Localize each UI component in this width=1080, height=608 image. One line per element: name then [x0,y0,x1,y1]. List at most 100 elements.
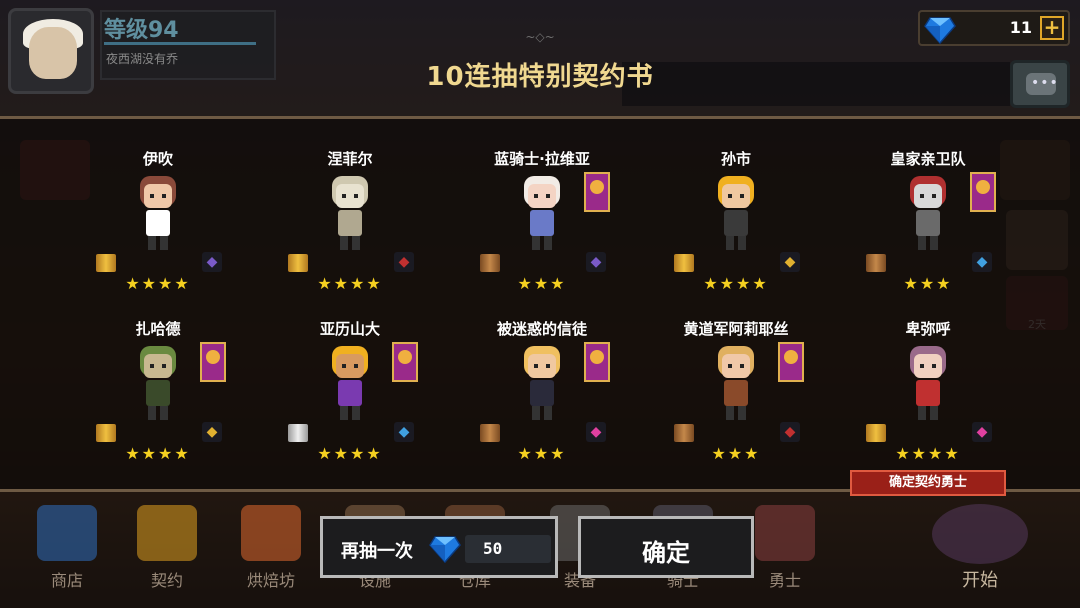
nav-item[interactable]: 契约 [122,495,212,608]
hero-name: 卑弥呼 [905,320,951,338]
redraw-cost: 50 [483,539,503,558]
player-subtitle: 夜西湖没有乔 [106,52,179,66]
hero-sprite-icon [332,346,368,420]
gem-icon [924,17,956,44]
chat-button[interactable]: ••• [1010,60,1070,108]
hero-card[interactable]: 扎哈德 ◆ ★★★★ [78,318,238,488]
title-ornament-icon: ~◇~ [525,30,555,44]
hero-stars: ★★★★ [895,444,961,463]
hero-name: 被迷惑的信徒 [496,320,587,338]
hero-name: 亚历山大 [319,320,380,338]
rarity-scroll-icon [480,254,500,272]
staff-icon: ◆ [586,252,606,272]
hero-card[interactable]: 涅菲尔 ◆ ★★★★ [270,148,430,318]
confirm-button[interactable]: 确定 [578,516,754,578]
hero-name: 蓝骑士·拉维亚 [494,150,590,168]
hero-card[interactable]: 黄道军阿莉耶丝 ◆ ★★★ [656,318,816,488]
guild-banner-icon [392,342,418,382]
hero-name: 伊吹 [142,150,173,168]
hero-name: 涅菲尔 [327,150,373,168]
rifle-icon: ◆ [780,252,800,272]
rifle-icon: ◆ [202,422,222,442]
nav-item[interactable]: 烘焙坊 [226,495,316,608]
hero-card[interactable]: 被迷惑的信徒 ◆ ★★★ [462,318,622,488]
hero-name: 孙市 [720,150,751,168]
page-title: 10连抽特别契约书 [426,62,654,92]
guild-banner-icon [970,172,996,212]
confirm-label: 确定 [642,539,690,567]
redraw-button[interactable]: 再抽一次 50 [320,516,558,578]
gem-counter: 11 + [918,10,1070,46]
add-gems-button[interactable]: + [1040,16,1064,40]
hero-stars: ★★★★ [125,274,191,293]
hero-sprite-icon [332,176,368,250]
sword-icon: ◆ [394,252,414,272]
nav-icon [241,505,301,561]
hero-name: 皇家亲卫队 [890,150,966,168]
nav-label: 烘焙坊 [246,571,295,590]
confirm-hero-badge: 确定契约勇士 [850,470,1006,496]
hero-sprite-icon [140,346,176,420]
rarity-scroll-icon [674,254,694,272]
nav-icon [137,505,197,561]
hero-sprite-icon [910,176,946,250]
hero-stars: ★★★★ [317,444,383,463]
hero-card[interactable]: 蓝骑士·拉维亚 ◆ ★★★ [462,148,622,318]
hero-card[interactable]: 亚历山大 ◆ ★★★★ [270,318,430,488]
hero-stars: ★★★ [517,274,567,293]
hero-stars: ★★★★ [317,274,383,293]
rarity-scroll-icon [674,424,694,442]
rarity-scroll-icon [866,254,886,272]
chat-dots-icon: ••• [1031,75,1059,91]
hero-sprite-icon [140,176,176,250]
hero-sprite-icon [718,346,754,420]
hero-card[interactable]: 孙市 ◆ ★★★★ [656,148,816,318]
hero-card[interactable]: 皇家亲卫队 ◆ ★★★ [848,148,1008,318]
orb-icon: ◆ [586,422,606,442]
sword-icon: ◆ [780,422,800,442]
cost-box [465,535,551,563]
rarity-scroll-icon [96,424,116,442]
hero-sprite-icon [524,176,560,250]
axe-icon: ◆ [972,252,992,272]
hero-name: 扎哈德 [135,320,181,338]
rarity-scroll-icon [866,424,886,442]
hero-stars: ★★★★ [703,274,769,293]
start-label: 开始 [962,570,998,591]
nav-icon [37,505,97,561]
guild-banner-icon [778,342,804,382]
avatar-face [29,27,77,79]
hero-card[interactable]: 伊吹 ◆ ★★★★ [78,148,238,318]
guild-banner-icon [200,342,226,382]
nav-icon [755,505,815,561]
rarity-scroll-icon [288,254,308,272]
rarity-scroll-icon [96,254,116,272]
hero-stars: ★★★ [711,444,761,463]
redraw-label: 再抽一次 [341,541,413,562]
hero-sprite-icon [524,346,560,420]
staff-icon: ◆ [202,252,222,272]
hero-card[interactable]: 卑弥呼 ◆ ★★★★ [848,318,1008,488]
rarity-scroll-icon [480,424,500,442]
gem-count: 11 [1009,18,1032,37]
gem-icon [429,536,461,563]
player-level: 等级94 [104,18,179,43]
axe-icon: ◆ [394,422,414,442]
hero-sprite-icon [718,176,754,250]
guild-banner-icon [584,342,610,382]
nav-label: 商店 [50,571,83,590]
hero-sprite-icon [910,346,946,420]
hero-stars: ★★★ [903,274,953,293]
hero-name: 黄道军阿莉耶丝 [683,320,789,338]
start-emblem-icon [932,504,1028,564]
avatar[interactable] [8,8,94,94]
start-button[interactable]: 开始 [900,500,1060,608]
nav-item[interactable]: 商店 [22,495,112,608]
rarity-scroll-icon [288,424,308,442]
hero-stars: ★★★ [517,444,567,463]
orb-icon: ◆ [972,422,992,442]
guild-banner-icon [584,172,610,212]
level-progress-bar [104,42,256,45]
hero-stars: ★★★★ [125,444,191,463]
nav-label: 契约 [150,571,183,590]
